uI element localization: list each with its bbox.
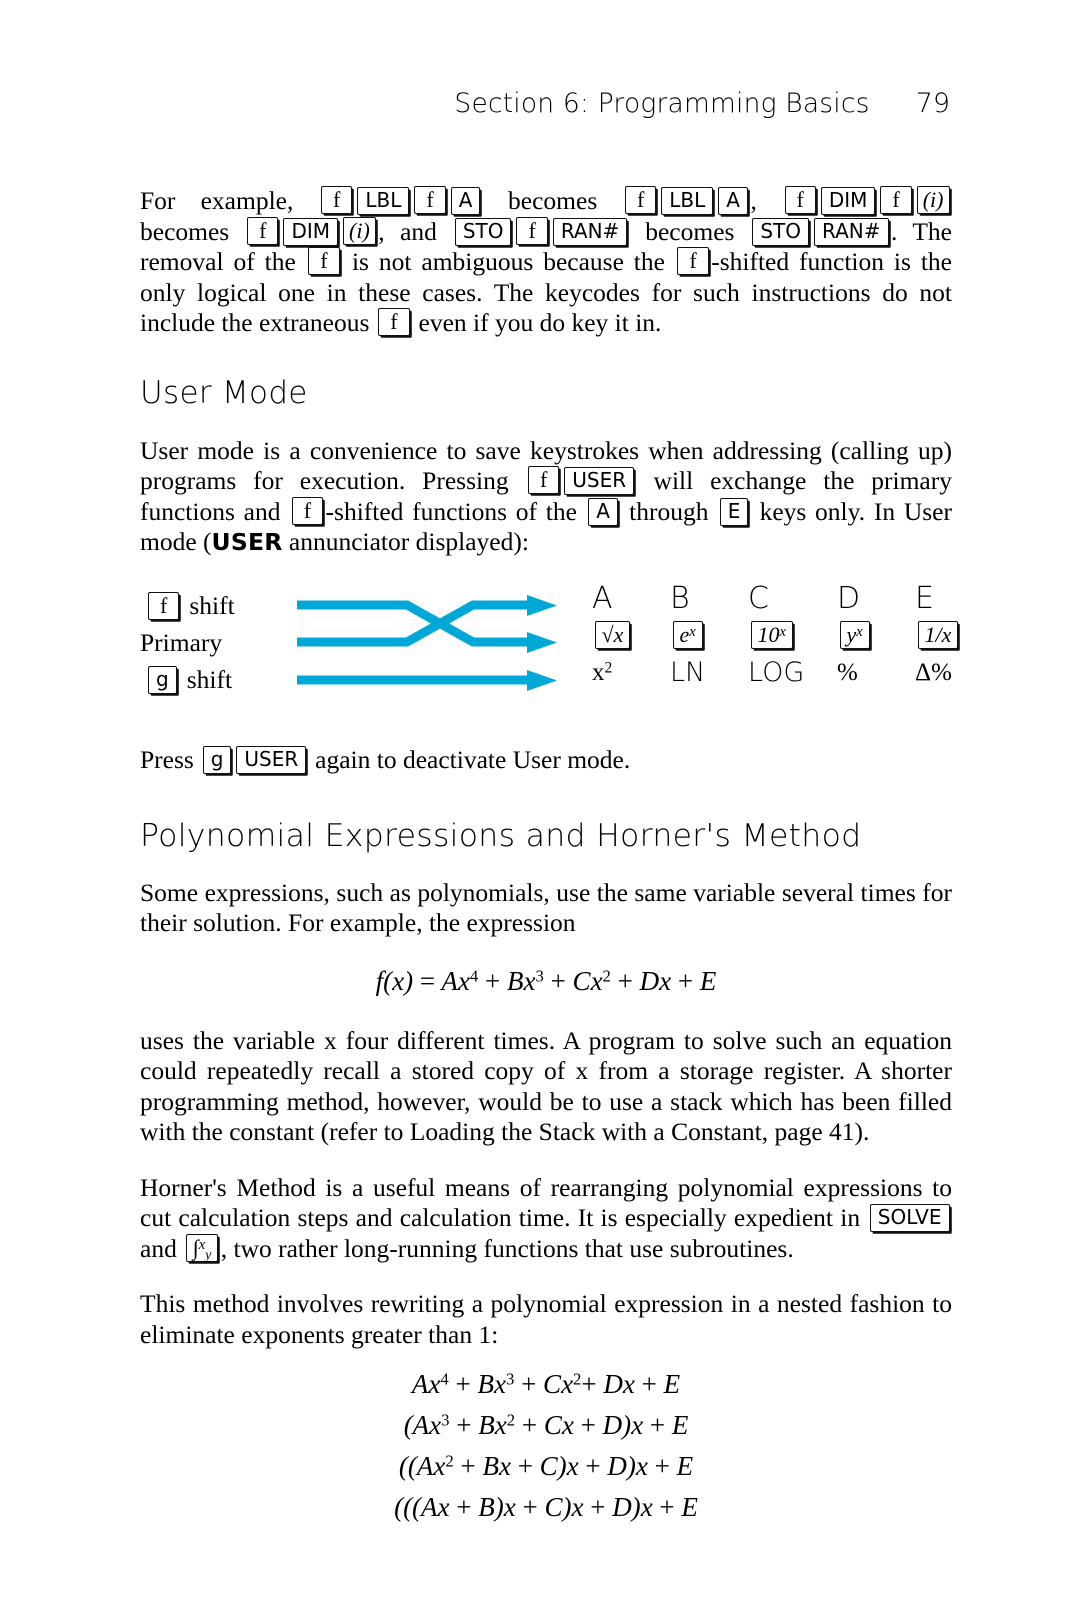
key-user-2: USER bbox=[236, 745, 307, 774]
horner-paragraph-3: Horner's Method is a useful means of rea… bbox=[140, 1173, 952, 1265]
um-text-3: -shifted functions of the bbox=[325, 496, 586, 526]
intro-text-5: , and bbox=[378, 216, 453, 246]
horner-paragraph-2: uses the variable x four different times… bbox=[140, 1025, 952, 1147]
key-f-9: f bbox=[677, 247, 709, 275]
key-ran-1: RAN# bbox=[552, 217, 628, 246]
column-gshift-c: LOG bbox=[748, 656, 805, 688]
column-primary-c: 10x bbox=[748, 620, 795, 655]
key-solve: SOLVE bbox=[869, 1204, 950, 1233]
header-section-title: Section 6: Programming Basics bbox=[454, 88, 870, 119]
intro-text-10: even if you do key it in. bbox=[412, 308, 662, 337]
key-a-1: A bbox=[450, 187, 481, 215]
intro-text-1: For example, bbox=[140, 186, 319, 215]
key-g-deactivate: g bbox=[202, 745, 232, 774]
key-e-range-end: E bbox=[719, 497, 749, 526]
key-integral-y-x: ∫xy bbox=[185, 1233, 219, 1262]
key-user-1: USER bbox=[564, 467, 635, 496]
page-header: Section 6: Programming Basics 79 bbox=[140, 88, 950, 119]
diagram-label-text-f: shift bbox=[189, 590, 235, 620]
nested-formula-line-1: Ax4 + Bx3 + Cx2+ Dx + E bbox=[411, 1369, 681, 1400]
intro-text-2: becomes bbox=[482, 186, 623, 215]
column-gshift-a: x2 bbox=[592, 658, 613, 686]
diagram-columns: A √x x2 B ex LN C 10x LOG D yx % E 1/x Δ… bbox=[592, 583, 959, 710]
key-ten-to-x: 10x bbox=[750, 620, 793, 649]
column-letter-a: A bbox=[592, 580, 613, 616]
diagram-label-text-g: shift bbox=[186, 664, 233, 694]
key-f-diagram: f bbox=[148, 591, 180, 620]
key-sqrt-x: √x bbox=[594, 620, 631, 649]
user-mode-paragraph-2: Press g USER again to deactivate User mod… bbox=[140, 745, 952, 776]
diagram-label-text-primary: Primary bbox=[140, 627, 223, 657]
intro-paragraph: For example, f LBL f A becomes f LBL A, f DIM f… bbox=[140, 186, 952, 339]
key-sto-1: STO bbox=[454, 217, 512, 246]
intro-text-6: becomes bbox=[629, 216, 750, 246]
key-i-indirect-2: (i) bbox=[343, 216, 376, 245]
page-content: For example, f LBL f A becomes f LBL A, f DIM f… bbox=[140, 186, 959, 1528]
key-f-shifted: f bbox=[291, 496, 324, 525]
key-f-2: f bbox=[414, 186, 446, 214]
key-sto-2: STO bbox=[752, 217, 810, 246]
key-ran-2: RAN# bbox=[814, 217, 889, 246]
user-mode-key-mapping-diagram: f shift Primary g shift A √x x2 B ex LN … bbox=[140, 583, 959, 710]
key-a-range-start: A bbox=[588, 497, 618, 526]
key-f-5: f bbox=[880, 186, 912, 214]
heading-user-mode: User Mode bbox=[140, 374, 308, 411]
formula-main: f(x) = Ax4 + Bx3 + Cx2 + Dx + E bbox=[140, 961, 952, 1001]
um-text-4: through bbox=[620, 496, 718, 526]
intro-text-3: , bbox=[750, 186, 783, 215]
user-annunciator-label: USER bbox=[211, 528, 283, 557]
key-lbl-2: LBL bbox=[661, 187, 714, 215]
key-f-10: f bbox=[378, 308, 410, 336]
column-primary-b: ex bbox=[670, 620, 705, 655]
hp3-text-1: Horner's Method is a useful means of rea… bbox=[140, 1172, 952, 1233]
key-one-over-x: 1/x bbox=[917, 620, 959, 649]
horner-paragraph-1: Some expressions, such as polynomials, u… bbox=[140, 877, 952, 938]
key-f-user: f bbox=[527, 466, 560, 495]
key-dim-2: DIM bbox=[283, 217, 339, 246]
key-y-to-x: yx bbox=[839, 620, 870, 649]
key-lbl-1: LBL bbox=[357, 187, 410, 215]
um-text-6: annunciator displayed): bbox=[282, 527, 529, 557]
column-gshift-b: LN bbox=[670, 656, 706, 688]
heading-polynomial-horner: Polynomial Expressions and Horner's Meth… bbox=[140, 818, 862, 855]
document-page: Section 6: Programming Basics 79 For exa… bbox=[0, 0, 1080, 1620]
hp3-text-3: , two rather long-running functions that… bbox=[220, 1233, 794, 1263]
nested-formula-line-4: (((Ax + B)x + C)x + D)x + E bbox=[394, 1492, 698, 1523]
diagram-row-label-f-shift: f shift bbox=[140, 591, 300, 621]
diagram-row-label-g-shift: g shift bbox=[140, 665, 300, 695]
column-primary-d: yx bbox=[837, 620, 872, 655]
key-a-2: A bbox=[718, 187, 748, 215]
nested-formula-list: Ax4 + Bx3 + Cx2+ Dx + E (Ax3 + Bx2 + Cx … bbox=[140, 1364, 952, 1528]
formula-main-line: f(x) = Ax4 + Bx3 + Cx2 + Dx + E bbox=[375, 965, 717, 996]
intro-text-8: is not ambiguous because the bbox=[342, 247, 675, 276]
key-f-6: f bbox=[247, 216, 279, 245]
horner-paragraph-4: This method involves rewriting a polynom… bbox=[140, 1289, 952, 1349]
user-mode-paragraph-1: User mode is a convenience to save keyst… bbox=[140, 436, 952, 558]
key-f-8: f bbox=[308, 247, 340, 275]
column-letter-e: E bbox=[915, 580, 934, 616]
key-f-7: f bbox=[516, 216, 548, 245]
key-e-to-x: ex bbox=[672, 620, 703, 649]
key-f-1: f bbox=[321, 186, 353, 214]
column-letter-c: C bbox=[748, 580, 769, 616]
column-primary-e: 1/x bbox=[915, 620, 961, 655]
intro-text-4: becomes bbox=[140, 216, 245, 246]
nested-formula-line-2: (Ax3 + Bx2 + Cx + D)x + E bbox=[403, 1410, 689, 1441]
key-f-3: f bbox=[624, 186, 657, 214]
column-letter-b: B bbox=[670, 580, 690, 616]
hp3-text-2: and bbox=[140, 1233, 184, 1263]
column-primary-a: √x bbox=[592, 620, 633, 655]
column-gshift-e: Δ% bbox=[915, 658, 952, 686]
column-letter-d: D bbox=[837, 580, 861, 616]
key-f-4: f bbox=[784, 186, 816, 214]
um2-text-1: Press bbox=[140, 744, 201, 774]
key-i-indirect-1: (i) bbox=[916, 186, 950, 214]
um2-text-2: again to deactivate User mode. bbox=[308, 744, 631, 774]
key-dim-1: DIM bbox=[820, 187, 876, 215]
header-page-number: 79 bbox=[915, 88, 950, 119]
nested-formula-line-3: ((Ax2 + Bx + C)x + D)x + E bbox=[398, 1451, 694, 1482]
key-g-diagram: g bbox=[148, 665, 177, 694]
diagram-row-label-primary: Primary bbox=[140, 628, 300, 658]
column-gshift-d: % bbox=[837, 658, 858, 686]
